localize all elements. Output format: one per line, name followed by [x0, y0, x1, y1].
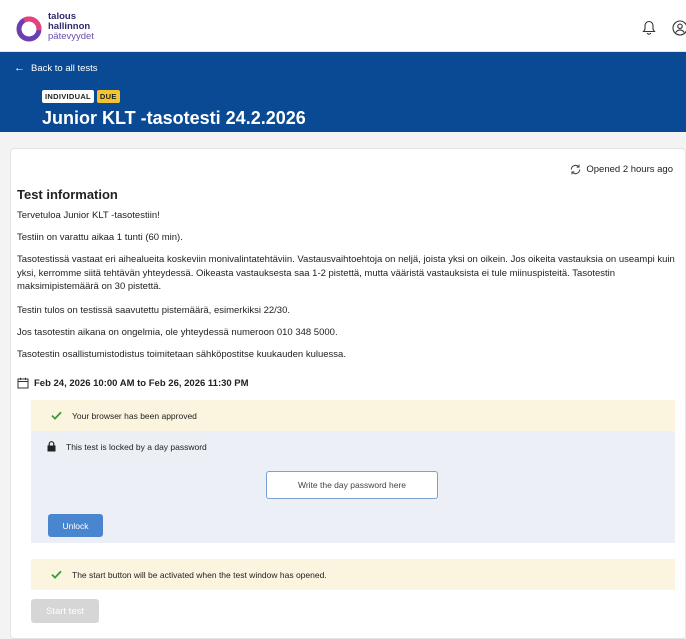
info-paragraph: Tervetuloa Junior KLT -tasotestiin!	[17, 210, 160, 221]
info-paragraph: Testiin on varattu aikaa 1 tunti (60 min…	[17, 232, 183, 243]
test-info-card: Opened 2 hours ago Test information Terv…	[10, 148, 686, 639]
test-header: ← Back to all tests INDIVIDUAL DUE Junio…	[0, 52, 686, 132]
logo-mark-icon	[16, 16, 42, 42]
start-window-notice: The start button will be activated when …	[31, 559, 675, 590]
user-icon[interactable]	[672, 20, 686, 36]
check-icon	[51, 570, 62, 579]
page-title: Junior KLT -tasotesti 24.2.2026	[42, 108, 306, 128]
logo-line-3: pätevyydet	[48, 31, 94, 42]
opened-status: Opened 2 hours ago	[569, 163, 673, 176]
date-range: Feb 24, 2026 10:00 AM to Feb 26, 2026 11…	[17, 377, 249, 389]
locked-text: This test is locked by a day password	[66, 441, 207, 452]
calendar-icon	[17, 377, 29, 389]
due-badge: DUE	[96, 90, 120, 103]
info-paragraph: Tasotestissä vastaat eri aihealueita kos…	[17, 254, 675, 292]
opened-text: Opened 2 hours ago	[586, 164, 673, 175]
browser-approved-text: Your browser has been approved	[72, 410, 197, 421]
start-test-button[interactable]: Start test	[31, 599, 99, 623]
top-bar: talous hallinnon pätevyydet	[0, 0, 686, 52]
logo[interactable]: talous hallinnon pätevyydet	[14, 8, 94, 46]
info-paragraph: Tasotestin osallistumistodistus toimitet…	[17, 349, 346, 360]
date-range-text: Feb 24, 2026 10:00 AM to Feb 26, 2026 11…	[34, 377, 249, 389]
start-window-text: The start button will be activated when …	[72, 569, 327, 580]
bell-icon[interactable]	[642, 20, 658, 36]
refresh-icon	[571, 164, 581, 175]
lock-icon	[47, 441, 56, 452]
unlock-button[interactable]: Unlock	[48, 514, 103, 537]
arrow-left-icon: ←	[14, 62, 25, 74]
info-title: Test information	[17, 187, 118, 202]
day-password-section: This test is locked by a day password Un…	[31, 431, 675, 543]
browser-approved-notice: Your browser has been approved	[31, 400, 675, 431]
badges: INDIVIDUAL DUE	[42, 90, 120, 103]
back-label: Back to all tests	[31, 62, 98, 74]
individual-badge: INDIVIDUAL	[42, 90, 94, 103]
day-password-input[interactable]	[266, 471, 438, 499]
logo-text: talous hallinnon pätevyydet	[48, 12, 94, 42]
info-paragraph: Jos tasotestin aikana on ongelmia, ole y…	[17, 327, 338, 338]
check-icon	[51, 411, 62, 420]
locked-notice: This test is locked by a day password	[47, 441, 207, 452]
back-to-all-tests-link[interactable]: ← Back to all tests	[14, 62, 98, 74]
info-paragraph: Testin tulos on testissä saavutettu pist…	[17, 305, 290, 316]
